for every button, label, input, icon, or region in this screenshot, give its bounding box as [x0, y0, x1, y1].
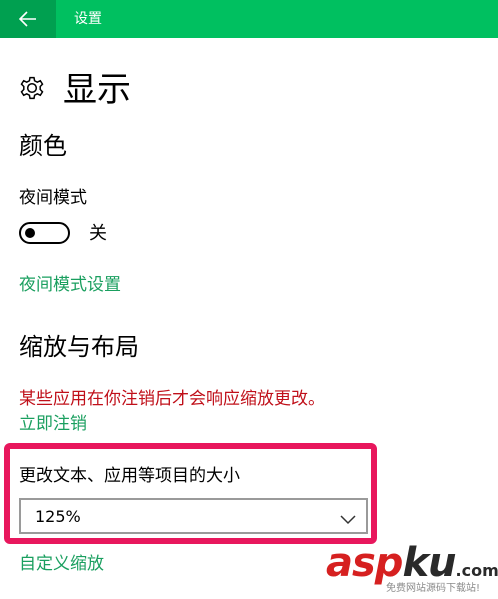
scaling-warning-text: 某些应用在你注销后才会响应缩放更改。: [19, 389, 325, 409]
page-title: 显示: [63, 70, 131, 110]
settings-window: 设置 显示 颜色 夜间模式 关 夜间模式设置 缩放与布局 某些应用在你注销后才会…: [0, 0, 498, 599]
section-title-color: 颜色: [19, 132, 67, 160]
gear-icon: [19, 75, 63, 105]
night-mode-toggle[interactable]: [19, 222, 70, 244]
watermark-logo-asp: asp: [326, 540, 403, 586]
watermark: aspku.com 免费网站源码下载站!: [326, 540, 498, 599]
watermark-logo-com: .com: [455, 561, 498, 580]
size-dropdown[interactable]: 125%: [19, 498, 368, 534]
watermark-logo-ku: ku: [402, 540, 456, 586]
arrow-left-icon: [19, 11, 37, 27]
page-header: 显示: [19, 68, 131, 112]
night-mode-label: 夜间模式: [19, 188, 87, 208]
size-label: 更改文本、应用等项目的大小: [19, 466, 240, 486]
section-title-scale-layout: 缩放与布局: [19, 333, 139, 361]
sign-out-now-link[interactable]: 立即注销: [19, 413, 87, 435]
custom-scaling-link[interactable]: 自定义缩放: [19, 553, 104, 575]
night-mode-state: 关: [89, 223, 107, 244]
chevron-down-icon: [340, 510, 356, 529]
window-title: 设置: [74, 11, 102, 27]
watermark-tagline: 免费网站源码下载站!: [386, 583, 481, 594]
night-mode-settings-link[interactable]: 夜间模式设置: [19, 274, 121, 296]
title-bar: 设置: [0, 0, 498, 38]
size-dropdown-value: 125%: [35, 507, 81, 526]
back-button[interactable]: [0, 0, 56, 38]
toggle-knob: [25, 228, 35, 238]
